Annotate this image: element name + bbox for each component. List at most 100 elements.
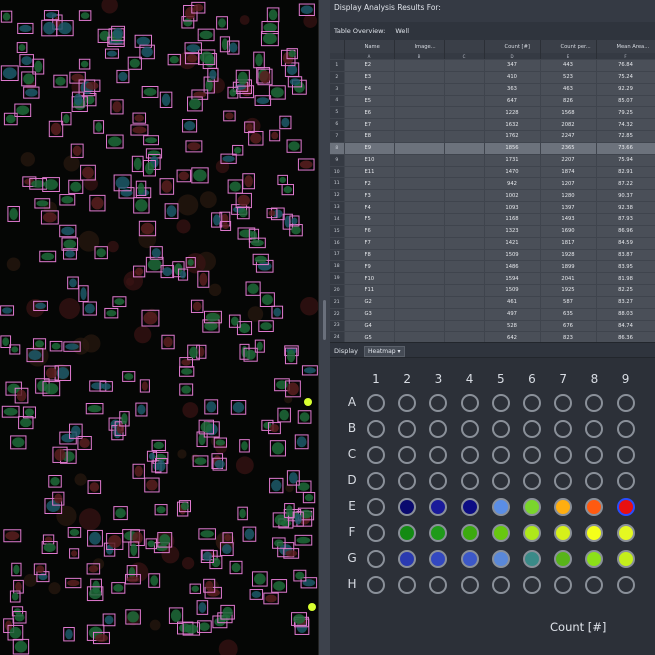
well-C8[interactable]	[585, 446, 604, 464]
table-row[interactable]: 21 G2 461 587 83.27	[330, 296, 655, 309]
well-D4[interactable]	[460, 472, 479, 490]
table-row[interactable]: 17 F8 1509 1928 83.87	[330, 249, 655, 262]
table-row[interactable]: 11 F2 942 1207 87.22	[330, 177, 655, 191]
table-row[interactable]: 16 F7 1421 1817 84.59	[330, 237, 655, 250]
well-H3[interactable]	[429, 576, 448, 594]
table-row[interactable]: 7 E8 1762 2247 72.85	[330, 130, 655, 143]
well-D8[interactable]	[585, 472, 604, 490]
well-G6[interactable]	[523, 550, 541, 568]
well-D2[interactable]	[398, 472, 417, 490]
table-row[interactable]: 13 F4 1093 1397 92.38	[330, 201, 655, 214]
well-C7[interactable]	[554, 446, 573, 464]
well-B5[interactable]	[491, 420, 510, 438]
well-F2[interactable]	[398, 524, 417, 542]
well-B4[interactable]	[460, 420, 479, 438]
table-row[interactable]: 14 F5 1168 1493 87.93	[330, 213, 655, 226]
column-header[interactable]: Name	[344, 40, 395, 53]
column-header[interactable]: Mean Area...	[596, 40, 655, 53]
well-G7[interactable]	[554, 550, 573, 568]
well-C3[interactable]	[429, 446, 448, 464]
table-row[interactable]: 18 F9 1486 1899 83.95	[330, 260, 655, 274]
well-B8[interactable]	[585, 420, 604, 438]
well-H2[interactable]	[398, 576, 417, 594]
table-row[interactable]: 15 F6 1323 1690 86.96	[330, 225, 655, 238]
well-G1[interactable]	[367, 550, 385, 568]
well-G9[interactable]	[616, 550, 635, 568]
well-A6[interactable]	[523, 394, 541, 412]
results-table[interactable]: Name Image... Count [#] Count per... Mean Ar…	[330, 40, 655, 342]
well-B3[interactable]	[429, 420, 448, 438]
table-row[interactable]: 3 E4 363 463 92.29	[330, 83, 655, 96]
well-C9[interactable]	[616, 446, 635, 464]
table-row[interactable]: 19 F10 1594 2041 81.98	[330, 272, 655, 286]
well-C6[interactable]	[523, 446, 541, 464]
table-row[interactable]: 24 G5 642 823 86.36	[330, 331, 655, 342]
well-A2[interactable]	[398, 394, 417, 412]
well-E1[interactable]	[367, 498, 385, 516]
table-row[interactable]: 22 G3 497 635 88.03	[330, 308, 655, 321]
well-B1[interactable]	[367, 420, 385, 438]
well-E6[interactable]	[523, 498, 541, 516]
table-row[interactable]: 12 F3 1002 1280 90.37	[330, 189, 655, 203]
well-F1[interactable]	[367, 524, 385, 542]
well-A3[interactable]	[429, 394, 448, 412]
well-A5[interactable]	[491, 394, 510, 412]
well-D3[interactable]	[429, 472, 448, 490]
well-E2[interactable]	[398, 498, 417, 516]
column-header[interactable]: Count per...	[540, 40, 597, 53]
well-D9[interactable]	[616, 472, 635, 490]
well-E7[interactable]	[554, 498, 573, 516]
well-H8[interactable]	[585, 576, 604, 594]
well-A9[interactable]	[616, 394, 635, 412]
well-B7[interactable]	[554, 420, 573, 438]
table-row[interactable]: 23 G4 528 676 84.74	[330, 320, 655, 333]
well-G2[interactable]	[398, 550, 417, 568]
well-E3[interactable]	[429, 498, 448, 516]
display-mode-select[interactable]: Heatmap ▾	[364, 345, 405, 357]
well-C4[interactable]	[460, 446, 479, 464]
well-F7[interactable]	[554, 524, 573, 542]
column-header[interactable]: Image...	[394, 40, 445, 53]
table-overview-value[interactable]: Well	[395, 27, 409, 35]
well-B6[interactable]	[523, 420, 541, 438]
well-E8[interactable]	[585, 498, 604, 516]
well-E5[interactable]	[491, 498, 510, 516]
table-row[interactable]: 6 E7 1632 2082 74.32	[330, 118, 655, 132]
table-row[interactable]: 9 E10 1731 2207 75.94	[330, 154, 655, 167]
well-F6[interactable]	[523, 524, 541, 542]
well-B2[interactable]	[398, 420, 417, 438]
well-H4[interactable]	[460, 576, 479, 594]
well-B9[interactable]	[616, 420, 635, 438]
well-A1[interactable]	[367, 394, 385, 412]
table-row[interactable]: 5 E6 1228 1568 79.25	[330, 106, 655, 120]
well-D1[interactable]	[367, 472, 385, 490]
table-row[interactable]: 1 E2 347 443 76.84	[330, 59, 655, 72]
well-H1[interactable]	[367, 576, 385, 594]
well-C1[interactable]	[367, 446, 385, 464]
well-D6[interactable]	[523, 472, 541, 490]
column-header[interactable]: Count [#]	[484, 40, 541, 53]
well-D5[interactable]	[491, 472, 510, 490]
well-F3[interactable]	[429, 524, 448, 542]
well-F5[interactable]	[491, 524, 510, 542]
table-row[interactable]: 4 E5 647 826 85.07	[330, 95, 655, 108]
table-row[interactable]: 10 E11 1470 1874 82.91	[330, 166, 655, 179]
microscopy-image-view[interactable]	[0, 0, 318, 655]
well-G4[interactable]	[460, 550, 479, 568]
well-A7[interactable]	[554, 394, 573, 412]
well-C5[interactable]	[491, 446, 510, 464]
well-D7[interactable]	[554, 472, 573, 490]
well-H5[interactable]	[491, 576, 510, 594]
well-E9[interactable]	[616, 498, 635, 516]
well-H9[interactable]	[616, 576, 635, 594]
well-F8[interactable]	[585, 524, 604, 542]
well-A8[interactable]	[585, 394, 604, 412]
table-row[interactable]: 20 F11 1509 1925 82.25	[330, 284, 655, 297]
table-row[interactable]: 2 E3 410 523 75.24	[330, 71, 655, 84]
splitter-grip[interactable]	[323, 300, 326, 340]
well-H6[interactable]	[523, 576, 541, 594]
well-F4[interactable]	[460, 524, 479, 542]
well-G8[interactable]	[585, 550, 604, 568]
well-E4[interactable]	[460, 498, 479, 516]
table-row[interactable]: 8 E9 1856 2365 73.66	[330, 142, 655, 155]
